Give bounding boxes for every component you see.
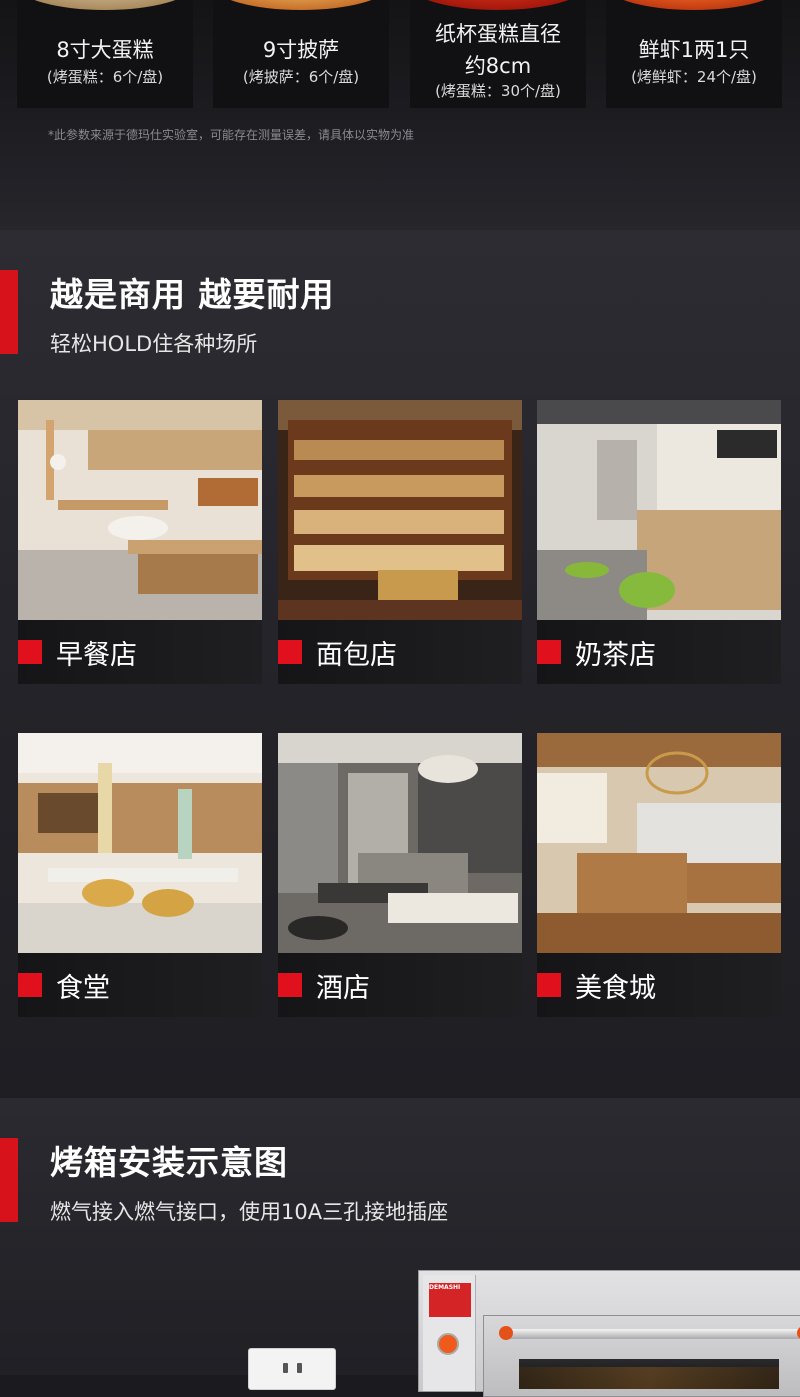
venue-label-bar: 食堂 xyxy=(18,953,262,1017)
section-subtitle: 轻松HOLD住各种场所 xyxy=(50,332,258,356)
capacity-title: 8寸大蛋糕 xyxy=(56,38,154,62)
shrimp-image xyxy=(606,0,782,10)
venue-label-bar: 酒店 xyxy=(278,953,522,1017)
capacity-card-pizza: 9寸披萨 (烤披萨：6个/盘) xyxy=(213,0,389,108)
capacity-card-cake: 8寸大蛋糕 (烤蛋糕：6个/盘) xyxy=(17,0,193,108)
venue-label-bar: 早餐店 xyxy=(18,620,262,684)
capacity-title-line2: 约8cm xyxy=(464,54,532,78)
oven-illustration: DEMASHI xyxy=(418,1270,800,1397)
capacity-note: (烤披萨：6个/盘) xyxy=(242,68,360,86)
bakery-photo xyxy=(278,400,522,620)
section-subtitle: 燃气接入燃气接口，使用10A三孔接地插座 xyxy=(50,1200,449,1224)
pizza-image xyxy=(213,0,389,10)
food-court-photo xyxy=(537,733,781,953)
capacity-note: (烤鲜虾：24个/盘) xyxy=(631,68,757,86)
venue-label: 面包店 xyxy=(316,640,397,671)
venue-label: 奶茶店 xyxy=(575,640,656,671)
commercial-section: 越是商用 越要耐用 轻松HOLD住各种场所 早餐店 面包店 奶茶店 食堂 酒店 … xyxy=(0,230,800,1098)
venue-label: 美食城 xyxy=(575,973,656,1004)
red-square-icon xyxy=(278,973,302,997)
capacity-card-cupcake: 纸杯蛋糕直径 约8cm (烤蛋糕：30个/盘) xyxy=(410,0,586,108)
red-square-icon xyxy=(537,973,561,997)
venue-card-canteen: 食堂 xyxy=(18,733,262,1017)
section-title: 越是商用 越要耐用 xyxy=(50,275,335,314)
oven-handle xyxy=(503,1329,800,1339)
venue-card-bakery: 面包店 xyxy=(278,400,522,684)
canteen-photo xyxy=(18,733,262,953)
venue-card-milk-tea: 奶茶店 xyxy=(537,400,781,684)
oven-knob-icon xyxy=(437,1333,459,1355)
capacity-title: 9寸披萨 xyxy=(262,38,340,62)
oven-control-panel: DEMASHI xyxy=(423,1275,476,1391)
red-square-icon xyxy=(278,640,302,664)
venue-label: 早餐店 xyxy=(56,640,137,671)
venue-label-bar: 美食城 xyxy=(537,953,781,1017)
capacity-title: 鲜虾1两1只 xyxy=(638,38,750,62)
capacity-section: 8寸大蛋糕 (烤蛋糕：6个/盘) 9寸披萨 (烤披萨：6个/盘) 纸杯蛋糕直径 … xyxy=(0,0,800,230)
capacity-card-shrimp: 鲜虾1两1只 (烤鲜虾：24个/盘) xyxy=(606,0,782,108)
wall-socket-icon xyxy=(248,1348,336,1390)
capacity-note: (烤蛋糕：6个/盘) xyxy=(46,68,164,86)
section-accent-bar xyxy=(0,270,18,354)
venue-label: 食堂 xyxy=(56,973,110,1004)
hotel-photo xyxy=(278,733,522,953)
red-square-icon xyxy=(18,640,42,664)
oven-window-glow xyxy=(519,1367,779,1389)
disclaimer-text: *此参数来源于德玛仕实验室，可能存在测量误差，请具体以实物为准 xyxy=(48,128,415,142)
breakfast-shop-photo xyxy=(18,400,262,620)
cake-image xyxy=(17,0,193,10)
capacity-note: (烤蛋糕：30个/盘) xyxy=(435,82,561,100)
red-square-icon xyxy=(537,640,561,664)
section-accent-bar xyxy=(0,1138,18,1222)
capacity-title: 纸杯蛋糕直径 xyxy=(435,22,561,46)
venue-label: 酒店 xyxy=(316,973,370,1004)
venue-card-breakfast: 早餐店 xyxy=(18,400,262,684)
venue-card-hotel: 酒店 xyxy=(278,733,522,1017)
red-square-icon xyxy=(18,973,42,997)
venue-label-bar: 奶茶店 xyxy=(537,620,781,684)
oven-handle-cap-left xyxy=(499,1326,513,1340)
section-title: 烤箱安装示意图 xyxy=(50,1143,288,1182)
oven-brand-text: DEMASHI xyxy=(429,1284,461,1291)
cupcake-image xyxy=(410,0,586,10)
venue-card-food-court: 美食城 xyxy=(537,733,781,1017)
venue-label-bar: 面包店 xyxy=(278,620,522,684)
milk-tea-shop-photo xyxy=(537,400,781,620)
